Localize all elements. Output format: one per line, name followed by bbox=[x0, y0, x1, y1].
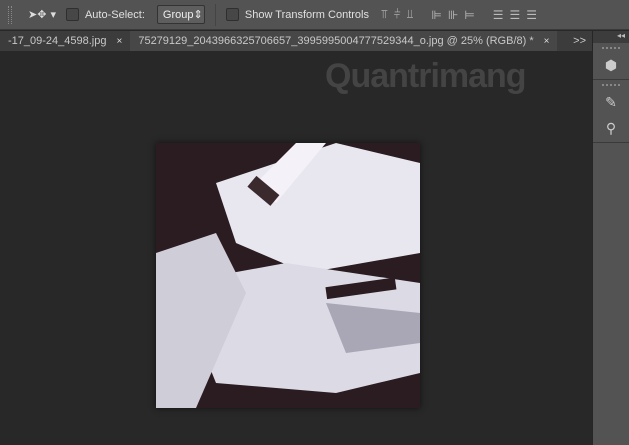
close-icon[interactable]: × bbox=[116, 36, 122, 47]
auto-select-target-dropdown[interactable]: Group ⇕ bbox=[156, 5, 205, 24]
3d-cube-icon[interactable]: ⬢ bbox=[600, 55, 622, 75]
chevron-down-icon: ▾ bbox=[50, 9, 56, 21]
collapse-panels-button[interactable]: ◂◂ bbox=[593, 31, 629, 43]
brush-icon[interactable]: ⚲ bbox=[600, 118, 622, 138]
options-grip[interactable] bbox=[8, 5, 12, 24]
tabs-overflow-button[interactable]: >> bbox=[573, 35, 586, 47]
updown-icon: ⇕ bbox=[193, 9, 203, 21]
move-tool-icon: ➤✥ bbox=[28, 9, 47, 21]
tab-label: 75279129_2043966325706657_39959950047775… bbox=[138, 35, 534, 47]
tab-label: -17_09-24_4598.jpg bbox=[8, 35, 107, 47]
show-transform-checkbox[interactable] bbox=[225, 8, 239, 21]
panel-group-2: ✎ ⚲ bbox=[593, 80, 629, 143]
align-vertical-buttons[interactable]: ⫪⫩⫫ bbox=[381, 7, 419, 22]
close-icon[interactable]: × bbox=[544, 36, 550, 47]
tab-document-1[interactable]: -17_09-24_4598.jpg × bbox=[0, 31, 130, 51]
distribute-buttons[interactable]: ☰☰☰ bbox=[493, 8, 543, 22]
grip[interactable] bbox=[602, 84, 620, 86]
brush-presets-icon[interactable]: ✎ bbox=[600, 92, 622, 112]
document-canvas[interactable]: Quantrimang bbox=[0, 51, 592, 445]
align-horizontal-buttons[interactable]: ⊫⊪⊨ bbox=[431, 8, 480, 22]
show-transform-label: Show Transform Controls bbox=[244, 8, 369, 21]
watermark-logo: Quantrimang bbox=[325, 57, 527, 95]
grip[interactable] bbox=[602, 47, 620, 49]
auto-select-checkbox[interactable] bbox=[65, 8, 79, 21]
panel-group-1: ⬢ bbox=[593, 43, 629, 80]
move-tool-preset-picker[interactable]: ➤✥ ▾ bbox=[28, 8, 56, 21]
panel-dock: ◂◂ ⬢ ✎ ⚲ bbox=[592, 31, 629, 445]
options-bar: ➤✥ ▾ Auto-Select: Group ⇕ Show Transform C… bbox=[0, 0, 629, 30]
document-image bbox=[156, 143, 420, 408]
document-tabs: -17_09-24_4598.jpg × 75279129_20439663257… bbox=[0, 31, 592, 51]
auto-select-label: Auto-Select: bbox=[84, 8, 145, 21]
dropdown-value: Group bbox=[162, 8, 194, 21]
divider bbox=[214, 3, 216, 26]
tab-document-2[interactable]: 75279129_2043966325706657_39959950047775… bbox=[130, 31, 558, 51]
